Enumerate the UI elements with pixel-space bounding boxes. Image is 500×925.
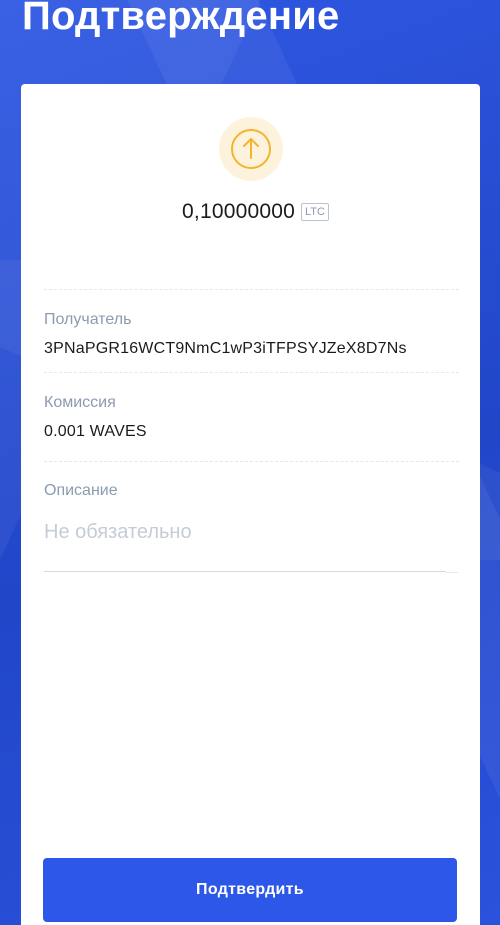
description-label: Описание [44,482,118,499]
recipient-label: Получатель [44,311,132,328]
confirm-button[interactable]: Подтвердить [43,858,457,922]
asset-ticker-badge: LTC [300,203,329,221]
send-icon-badge [219,117,283,181]
page-title: Подтверждение [22,0,340,38]
recipient-address: 3PNaPGR16WCT9NmC1wP3iTFPSYJZeX8D7Ns [44,340,407,357]
description-input-underline [44,571,446,572]
arrow-up-circle-icon [231,129,271,169]
fee-value: 0.001 WAVES [44,423,147,440]
divider [44,372,459,373]
divider [44,461,459,462]
fee-label: Комиссия [44,394,116,411]
transfer-amount: 0,10000000 [182,200,295,223]
confirmation-card: 0,10000000 LTC Получатель 3PNaPGR16WCT9N… [21,84,480,925]
description-input[interactable] [44,512,446,552]
description-input-underline-tail [446,572,458,573]
divider [44,289,459,290]
amount-row: 0,10000000 LTC [21,200,480,224]
